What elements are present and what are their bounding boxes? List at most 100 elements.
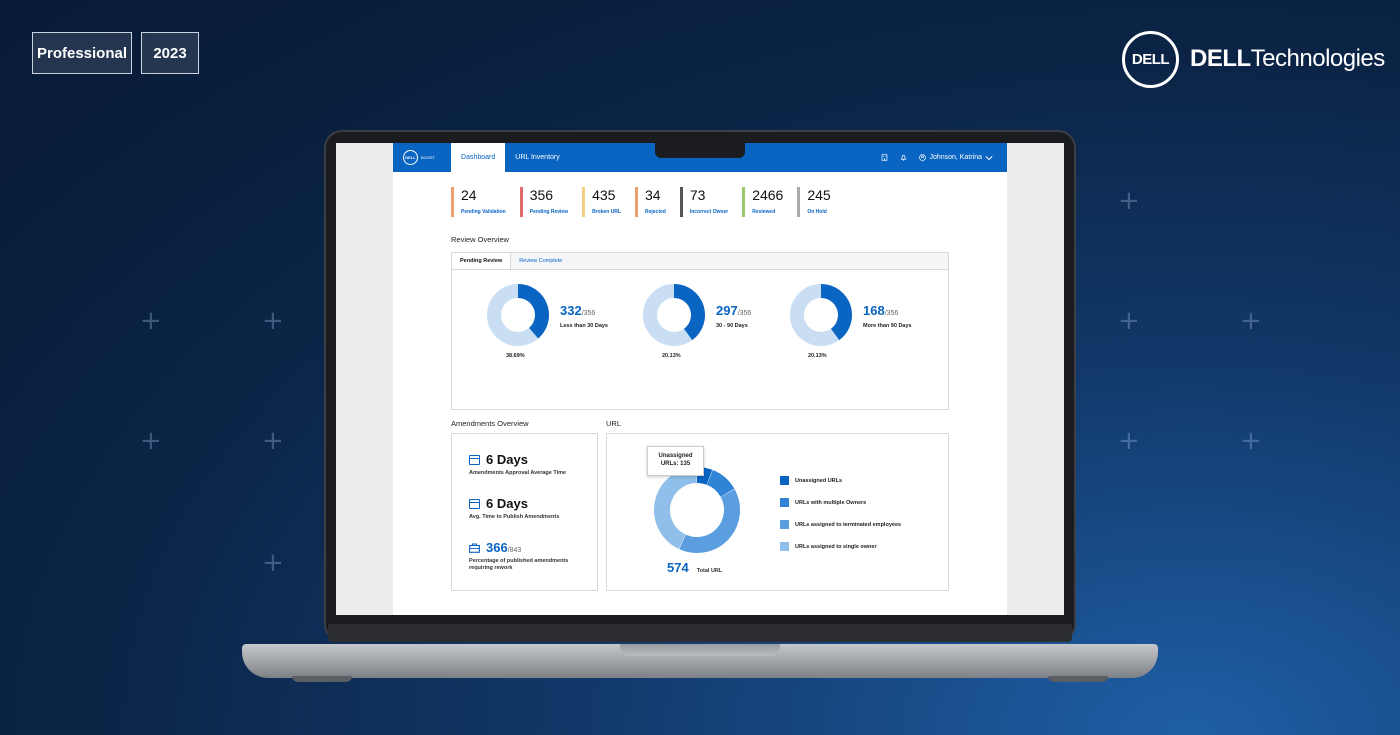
review-overview-panel: Pending Review Review Complete 332/356 L…: [451, 252, 949, 410]
topbar-actions: Johnson, Katrina: [881, 154, 993, 161]
url-legend-item[interactable]: URLs with multiple Owners: [780, 498, 866, 507]
tab-pending-review[interactable]: Pending Review: [452, 253, 512, 269]
stat-color-bar: [519, 187, 523, 217]
donut-segment: [820, 284, 852, 341]
grid-plus-decoration: +: [262, 548, 284, 578]
grid-plus-decoration: +: [140, 306, 162, 336]
grid-plus-decoration: +: [1118, 426, 1140, 456]
review-count: 332: [560, 302, 582, 318]
stat-color-bar: [742, 187, 746, 217]
review-donut-item: 332/356 Less than 30 Days: [486, 283, 608, 347]
stat-value: 435: [592, 187, 616, 203]
amendment-publish-stat: 6 Days Avg. Time to Publish Amendments: [469, 496, 559, 521]
review-donut-item: 168/356 More than 90 Days: [789, 283, 912, 347]
laptop-foot: [1048, 676, 1108, 682]
stat-value: 2466: [752, 187, 784, 203]
stat-label: Reviewed: [752, 209, 776, 215]
laptop-foot: [292, 676, 352, 682]
review-percentage: 20.13%: [662, 353, 681, 359]
stat-card[interactable]: 34 Rejected: [634, 187, 666, 217]
review-range-label: 30 - 90 Days: [716, 322, 748, 329]
amendment-label: Avg. Time to Publish Amendments: [469, 514, 560, 520]
stat-label: Pending Review: [529, 209, 569, 215]
url-legend-item[interactable]: Unassigned URLs: [780, 476, 842, 485]
stat-card[interactable]: 356 Pending Review: [519, 187, 569, 217]
url-donut-segment[interactable]: [679, 489, 740, 553]
grid-plus-decoration: +: [1240, 306, 1262, 336]
stat-card[interactable]: 245 On Hold: [797, 187, 831, 217]
stat-label: Incorrect Owner: [689, 209, 729, 215]
review-count: 168: [863, 302, 885, 318]
user-name: Johnson, Katrina: [929, 154, 982, 161]
stat-value: 73: [689, 187, 706, 203]
app-logo[interactable]: DELL: [403, 150, 418, 165]
dashboard-app: DELL BOOST Dashboard URL Inventory Johns…: [393, 143, 1007, 615]
review-tabs: Pending Review Review Complete: [452, 253, 948, 270]
review-range-label: Less than 30 Days: [560, 322, 608, 329]
stat-color-bar: [679, 187, 683, 217]
stat-color-bar: [451, 187, 454, 217]
donut-segment: [673, 284, 705, 341]
amendments-panel: 6 Days Amendments Approval Average Time …: [451, 433, 598, 591]
legend-swatch: [780, 476, 789, 485]
legend-label: URLs with multiple Owners: [795, 499, 867, 506]
stat-color-bar: [797, 187, 801, 217]
review-donut-chart: [643, 284, 705, 346]
tab-url-inventory[interactable]: URL Inventory: [505, 143, 569, 172]
stat-color-bar: [582, 187, 586, 217]
year-badge: 2023: [141, 32, 199, 74]
user-menu[interactable]: Johnson, Katrina: [919, 154, 993, 161]
legend-swatch: [780, 520, 789, 529]
review-total: /356: [884, 309, 899, 317]
grid-plus-decoration: +: [1240, 426, 1262, 456]
laptop-screen: DELL BOOST Dashboard URL Inventory Johns…: [336, 143, 1064, 615]
dell-technologies-wordmark: DELLTechnologies: [1190, 45, 1385, 72]
url-section-title: URL: [606, 419, 622, 428]
laptop-opening-notch: [620, 644, 780, 656]
amendment-label: Amendments Approval Average Time: [469, 470, 567, 476]
grid-plus-decoration: +: [140, 426, 162, 456]
stat-label: On Hold: [807, 209, 827, 215]
review-overview-title: Review Overview: [451, 235, 509, 244]
stat-card[interactable]: 73 Incorrect Owner: [679, 187, 729, 217]
url-donut-segment[interactable]: [706, 470, 735, 498]
stat-card[interactable]: 435 Broken URL: [582, 187, 621, 217]
bell-icon[interactable]: [900, 154, 907, 161]
stat-value: 24: [461, 187, 477, 203]
stat-value: 245: [807, 187, 831, 203]
stat-value: 34: [644, 187, 661, 203]
dell-circle-logo: DELL: [1122, 31, 1179, 88]
stat-label: Broken URL: [592, 209, 621, 215]
grid-plus-decoration: +: [262, 426, 284, 456]
url-legend-item[interactable]: URLs assigned to terminated employees: [780, 520, 901, 529]
review-percentage: 20.13%: [808, 353, 827, 359]
briefcase-icon: [469, 542, 480, 553]
stat-card[interactable]: 2466 Reviewed: [742, 187, 783, 217]
tab-dashboard[interactable]: Dashboard: [451, 143, 506, 172]
grid-plus-decoration: +: [1118, 306, 1140, 336]
calendar-icon: [469, 454, 480, 465]
total-url: 574 Total URL: [667, 560, 722, 575]
url-legend-item[interactable]: URLs assigned to single owner: [780, 542, 877, 551]
stat-label: Pending Validation: [461, 209, 506, 215]
total-url-label: Total URL: [696, 568, 723, 574]
review-range-label: More than 90 Days: [863, 322, 912, 329]
building-icon[interactable]: [881, 154, 888, 161]
amendment-value: 6 Days: [486, 496, 528, 511]
app-logo-sub: BOOST: [421, 155, 436, 160]
user-icon: [919, 154, 927, 161]
legend-label: URLs assigned to terminated employees: [795, 521, 902, 528]
review-percentage: 38.69%: [506, 353, 525, 359]
review-donut-chart: [790, 284, 852, 346]
tab-review-complete[interactable]: Review Complete: [511, 253, 570, 269]
stat-label: Rejected: [644, 209, 666, 215]
review-total: /356: [581, 309, 596, 317]
chevron-down-icon: [985, 155, 993, 160]
review-donut-chart: [487, 284, 549, 346]
stat-card[interactable]: 24 Pending Validation: [451, 187, 506, 217]
amendment-value: 366: [486, 540, 508, 555]
unassigned-tooltip: Unassigned URLs: 135: [647, 446, 704, 476]
amendment-label: Percentage of published amendments requi…: [469, 558, 569, 571]
url-donut-segment[interactable]: [654, 467, 698, 549]
url-panel: Unassigned URLs: 135 574 Total URL Unass…: [606, 433, 949, 591]
